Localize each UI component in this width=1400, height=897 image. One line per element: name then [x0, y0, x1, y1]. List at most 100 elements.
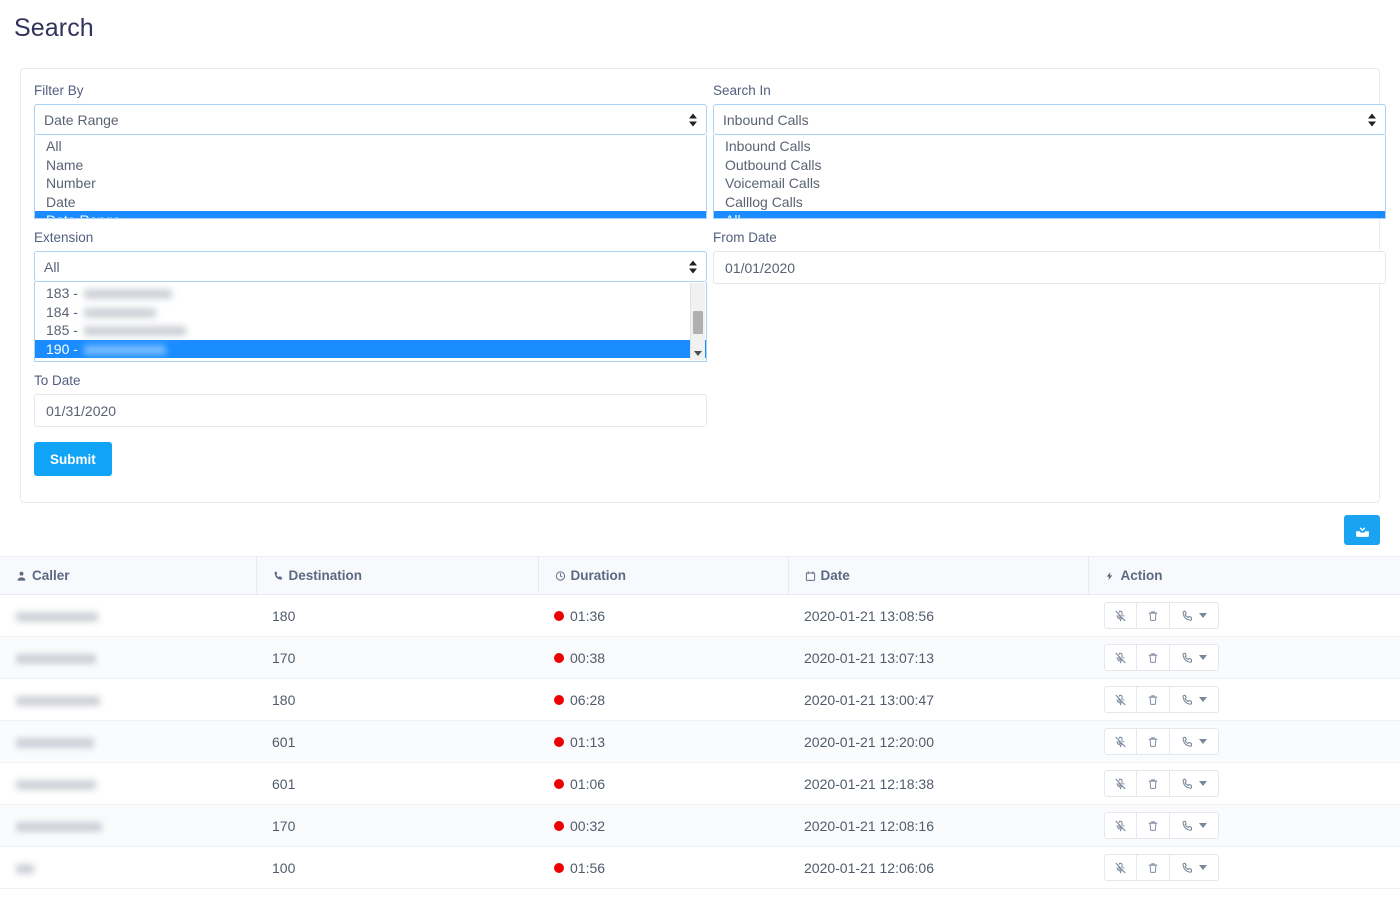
extension-number: 184 -	[46, 304, 82, 320]
row-action-button-group	[1104, 686, 1219, 713]
calendar-icon	[805, 570, 821, 582]
to-date-input[interactable]: 01/31/2020	[34, 394, 707, 427]
chevron-down-icon	[1199, 739, 1207, 744]
search-in-value: Inbound Calls	[723, 112, 809, 128]
duration-value: 06:28	[570, 692, 605, 708]
column-header-destination[interactable]: Destination	[256, 557, 538, 595]
filter-by-value: Date Range	[44, 112, 119, 128]
cell-date: 2020-01-21 12:06:06	[788, 847, 1088, 889]
table-row[interactable]: 18006:282020-01-21 13:00:47	[0, 679, 1400, 721]
extension-number: 185 -	[46, 322, 82, 338]
extension-option-item[interactable]: 184 -	[35, 303, 706, 322]
microphone-slash-icon	[1114, 651, 1127, 665]
option-item[interactable]: Calllog Calls	[714, 193, 1385, 212]
call-dropdown-button[interactable]	[1170, 854, 1219, 881]
cell-destination: 601	[256, 763, 538, 805]
table-row[interactable]: 60101:132020-01-21 12:20:00	[0, 721, 1400, 763]
option-item[interactable]: Outbound Calls	[714, 156, 1385, 175]
play-recording-button[interactable]	[1104, 812, 1137, 839]
option-item[interactable]: All	[35, 137, 706, 156]
cell-caller	[0, 679, 256, 721]
submit-button[interactable]: Submit	[34, 442, 112, 476]
call-dropdown-button[interactable]	[1170, 770, 1219, 797]
play-recording-button[interactable]	[1104, 770, 1137, 797]
scroll-down-arrow-icon[interactable]	[691, 346, 705, 360]
from-date-input[interactable]: 01/01/2020	[713, 251, 1386, 284]
call-dropdown-button[interactable]	[1170, 728, 1219, 755]
delete-button[interactable]	[1137, 728, 1170, 755]
table-row[interactable]: 17000:322020-01-21 12:08:16	[0, 805, 1400, 847]
table-row[interactable]: 60101:062020-01-21 12:18:38	[0, 763, 1400, 805]
extension-option-item[interactable]: 190 -	[35, 340, 706, 359]
delete-button[interactable]	[1137, 812, 1170, 839]
delete-button[interactable]	[1137, 602, 1170, 629]
column-header-duration[interactable]: Duration	[538, 557, 788, 595]
updown-caret-icon	[1367, 113, 1376, 126]
search-in-option-list[interactable]: Inbound CallsOutbound CallsVoicemail Cal…	[713, 135, 1386, 219]
option-item[interactable]: Date	[35, 193, 706, 212]
play-recording-button[interactable]	[1104, 644, 1137, 671]
option-item[interactable]: Number	[35, 174, 706, 193]
search-in-label: Search In	[713, 83, 1386, 99]
cell-caller	[0, 595, 256, 637]
scrollbar-thumb[interactable]	[693, 311, 703, 334]
chevron-down-icon	[1199, 655, 1207, 660]
filter-by-option-list[interactable]: AllNameNumberDateDate Range	[34, 135, 707, 219]
cell-caller	[0, 763, 256, 805]
call-dropdown-button[interactable]	[1170, 602, 1219, 629]
search-in-select[interactable]: Inbound Calls	[713, 104, 1386, 135]
extension-option-item[interactable]: 185 -	[35, 321, 706, 340]
table-row[interactable]: 17000:382020-01-21 13:07:13	[0, 637, 1400, 679]
call-dropdown-button[interactable]	[1170, 686, 1219, 713]
trash-icon	[1147, 861, 1159, 875]
phone-icon	[1181, 819, 1194, 833]
delete-button[interactable]	[1137, 854, 1170, 881]
cell-date: 2020-01-21 12:18:38	[788, 763, 1088, 805]
filter-by-select[interactable]: Date Range	[34, 104, 707, 135]
option-item[interactable]: Date Range	[35, 211, 706, 219]
option-item[interactable]: Inbound Calls	[714, 137, 1385, 156]
extension-option-list[interactable]: 183 - 184 - 185 - 190 -	[34, 282, 707, 362]
export-download-button[interactable]	[1344, 515, 1380, 545]
play-recording-button[interactable]	[1104, 728, 1137, 755]
duration-value: 01:56	[570, 860, 605, 876]
caller-redacted	[16, 780, 96, 790]
play-recording-button[interactable]	[1104, 686, 1137, 713]
cell-duration: 00:32	[538, 805, 788, 847]
play-recording-button[interactable]	[1104, 602, 1137, 629]
call-dropdown-button[interactable]	[1170, 812, 1219, 839]
phone-icon	[1181, 735, 1194, 749]
trash-icon	[1147, 777, 1159, 791]
cell-destination: 601	[256, 721, 538, 763]
user-icon	[16, 570, 32, 582]
column-header-date[interactable]: Date	[788, 557, 1088, 595]
right-form-column: Search In Inbound Calls Inbound CallsOut…	[713, 83, 1386, 284]
duration-value: 01:13	[570, 734, 605, 750]
column-label: Caller	[32, 568, 70, 583]
delete-button[interactable]	[1137, 770, 1170, 797]
delete-button[interactable]	[1137, 686, 1170, 713]
cell-date: 2020-01-21 12:08:16	[788, 805, 1088, 847]
play-recording-button[interactable]	[1104, 854, 1137, 881]
option-item[interactable]: All	[714, 211, 1385, 219]
option-item[interactable]: Voicemail Calls	[714, 174, 1385, 193]
page-title: Search	[0, 0, 1400, 43]
option-item[interactable]: Name	[35, 156, 706, 175]
cell-destination: 170	[256, 805, 538, 847]
extension-select[interactable]: All	[34, 251, 707, 282]
column-header-action[interactable]: Action	[1088, 557, 1400, 595]
row-action-button-group	[1104, 644, 1219, 671]
call-dropdown-button[interactable]	[1170, 644, 1219, 671]
table-row[interactable]: 10001:562020-01-21 12:06:06	[0, 847, 1400, 889]
column-header-caller[interactable]: Caller	[0, 557, 256, 595]
cell-caller	[0, 721, 256, 763]
extension-list-scrollbar[interactable]	[690, 283, 705, 360]
duration-status-dot	[554, 863, 564, 873]
microphone-slash-icon	[1114, 735, 1127, 749]
table-row[interactable]: 18001:362020-01-21 13:08:56	[0, 595, 1400, 637]
delete-button[interactable]	[1137, 644, 1170, 671]
extension-option-item[interactable]: 183 -	[35, 284, 706, 303]
row-action-button-group	[1104, 854, 1219, 881]
caller-redacted	[16, 822, 102, 832]
cell-duration: 01:13	[538, 721, 788, 763]
